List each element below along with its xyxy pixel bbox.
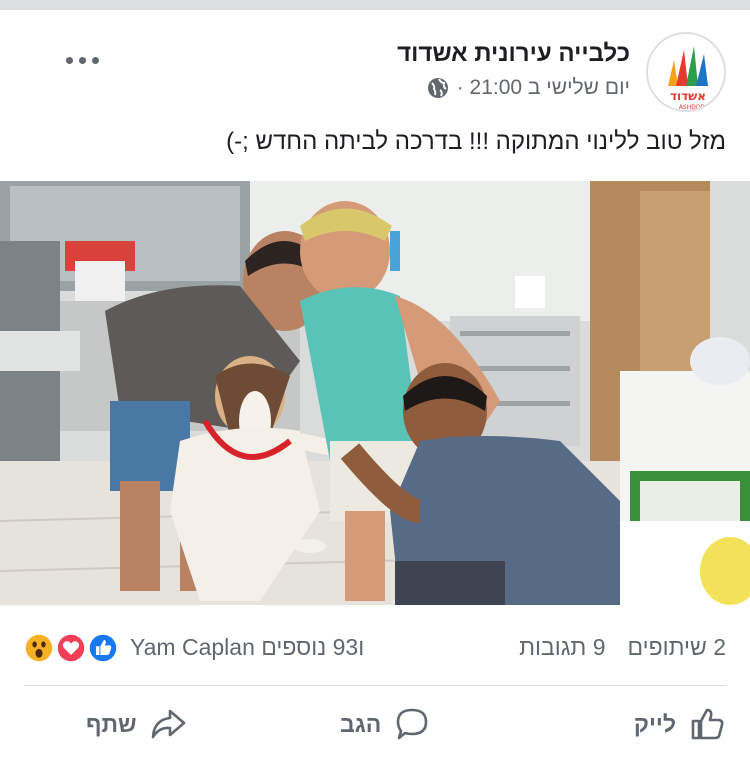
like-reaction-icon [86,631,120,665]
comment-button[interactable]: הגב [340,704,431,744]
wow-reaction-icon [22,631,56,665]
post-meta: יום שלישי ב 21:00 · [427,76,630,100]
share-label: שתף [86,710,137,737]
like-button[interactable]: לייק [634,704,726,744]
actions-divider [24,685,726,686]
more-dot-icon [79,56,86,64]
like-label: לייק [633,710,676,737]
globe-icon [427,78,448,98]
page-name-link[interactable]: כלבייה עירונית אשדוד [397,40,630,68]
reaction-names-link[interactable]: Yam Caplan ו93 נוספים [130,634,364,661]
share-arrow-icon [151,709,185,739]
photo-illustration [0,181,750,605]
post-timestamp[interactable]: יום שלישי ב 21:00 · [457,76,630,100]
page-avatar[interactable]: אשדוד ASHDOD [646,32,726,112]
reaction-icons[interactable] [22,631,124,665]
love-reaction-icon [54,631,88,665]
post-actions: לייק הגב שתף [0,690,750,760]
more-dot-icon [66,56,73,64]
shares-count-link[interactable]: 2 שיתופים [628,634,727,661]
ashdod-logo-icon: אשדוד ASHDOD [668,46,708,111]
engagement-counts: 2 שיתופים 9 תגובות [519,634,726,661]
post-header: אשדוד ASHDOD כלבייה עירונית אשדוד יום של… [0,10,750,120]
reactions-bar: Yam Caplan ו93 נוספים 2 שיתופים 9 תגובות [0,620,750,676]
share-button[interactable]: שתף [86,704,187,744]
feed-separator [0,0,750,10]
post-message: מזל טוב ללינוי המתוקה !!! בדרכה לביתה הח… [226,128,726,155]
more-options-button[interactable] [66,52,102,68]
logo-text: אשדוד [670,89,706,103]
thumbs-up-icon [691,708,724,740]
logo-subtext: ASHDOD [679,104,706,111]
comment-label: הגב [340,710,382,737]
more-dot-icon [92,56,99,64]
post-photo[interactable] [0,181,750,605]
comment-bubble-icon [396,708,428,740]
comments-count-link[interactable]: 9 תגובות [519,634,605,661]
